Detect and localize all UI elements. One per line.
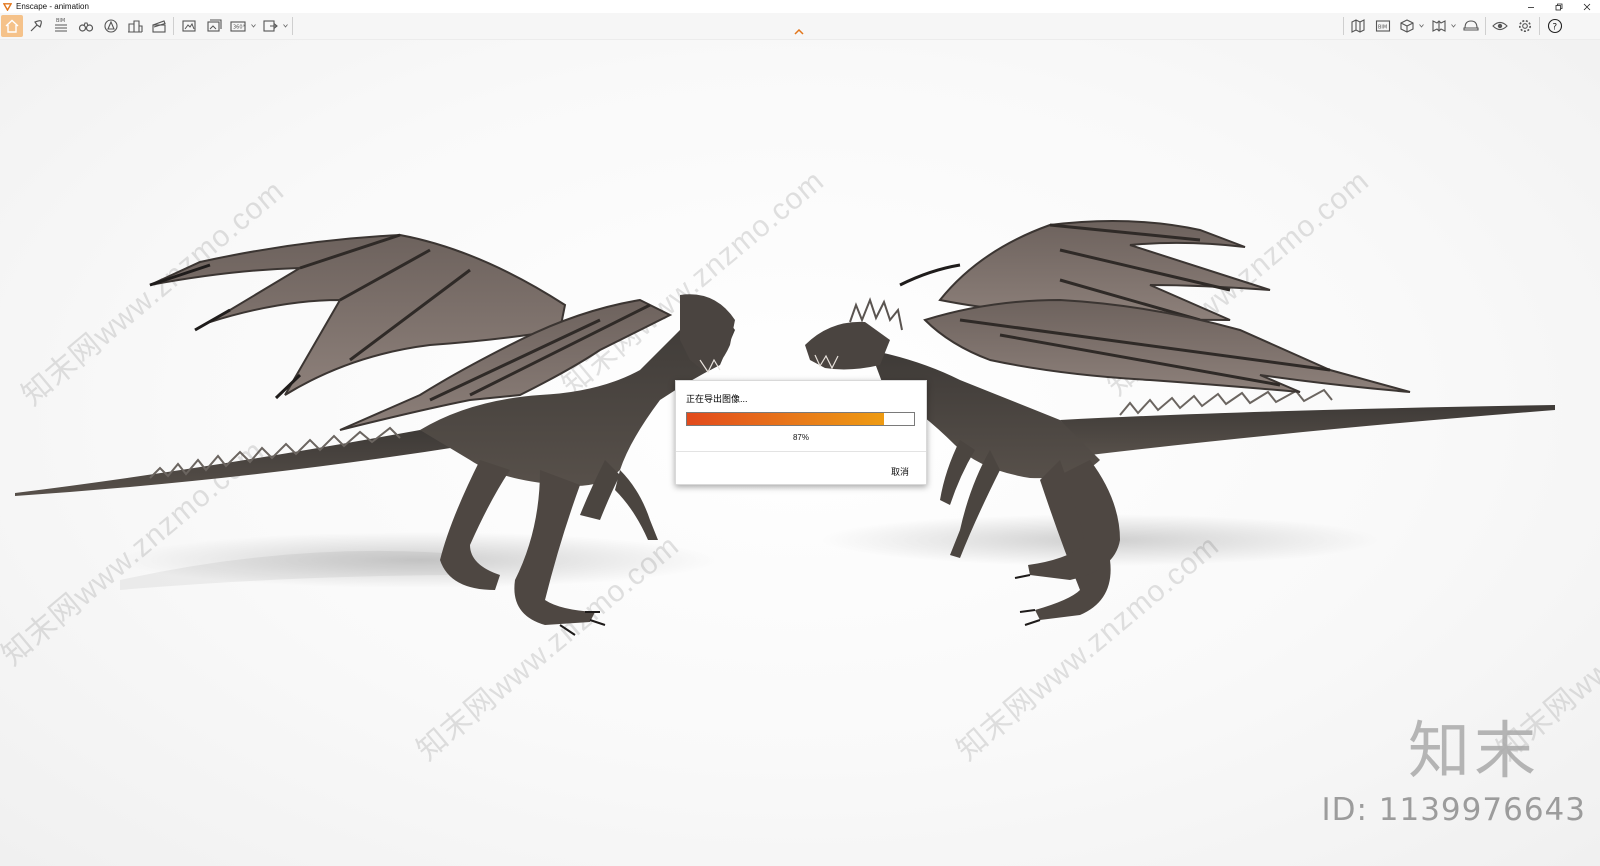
dialog-divider bbox=[676, 451, 926, 452]
chevron-down-icon[interactable] bbox=[1451, 24, 1456, 28]
binoculars-icon[interactable] bbox=[75, 15, 97, 37]
cancel-button[interactable]: 取消 bbox=[891, 465, 909, 478]
help-icon[interactable]: ? bbox=[1544, 15, 1566, 37]
bim-icon[interactable]: BIM bbox=[50, 15, 72, 37]
export-progress-dialog: 正在导出图像... 87% 取消 bbox=[675, 380, 927, 485]
cube-icon[interactable] bbox=[1396, 15, 1418, 37]
toolbar-separator bbox=[1485, 17, 1486, 35]
book-icon[interactable] bbox=[1428, 15, 1450, 37]
batch-render-icon[interactable] bbox=[203, 15, 225, 37]
screenshot-icon[interactable] bbox=[178, 15, 200, 37]
dialog-title: 正在导出图像... bbox=[686, 394, 748, 404]
export-icon[interactable] bbox=[259, 15, 281, 37]
chevron-down-icon[interactable] bbox=[1419, 24, 1424, 28]
asset-library-icon[interactable] bbox=[25, 15, 47, 37]
svg-text:?: ? bbox=[1552, 23, 1557, 33]
collapse-toolbar-icon[interactable] bbox=[794, 29, 804, 35]
bim-panel-icon[interactable]: BIM bbox=[1372, 15, 1394, 37]
settings-icon[interactable] bbox=[1514, 15, 1536, 37]
home-icon[interactable] bbox=[1, 15, 23, 37]
brand-id-text: ID: 1139976643 bbox=[1321, 792, 1586, 828]
toolbar: BIM 360° BIM ? bbox=[0, 13, 1600, 40]
enscape-logo-icon bbox=[3, 3, 12, 11]
close-icon[interactable] bbox=[1580, 0, 1594, 13]
window-title: Enscape - animation bbox=[16, 2, 89, 11]
svg-text:BIM: BIM bbox=[1378, 25, 1387, 31]
progress-bar bbox=[686, 412, 915, 426]
helmet-icon[interactable] bbox=[1460, 15, 1482, 37]
title-bar: Enscape - animation bbox=[0, 0, 1600, 13]
chevron-down-icon[interactable] bbox=[251, 24, 256, 28]
eye-icon[interactable] bbox=[1489, 15, 1511, 37]
progress-bar-fill bbox=[687, 413, 885, 425]
restore-icon[interactable] bbox=[1552, 0, 1566, 13]
svg-text:BIM: BIM bbox=[56, 18, 65, 24]
toolbar-separator bbox=[292, 17, 293, 35]
toolbar-separator bbox=[173, 17, 174, 35]
artificial-light-icon[interactable] bbox=[100, 15, 122, 37]
svg-text:360°: 360° bbox=[233, 25, 246, 31]
panorama-icon[interactable]: 360° bbox=[228, 15, 250, 37]
minimize-icon[interactable] bbox=[1524, 0, 1538, 13]
progress-percent-text: 87% bbox=[792, 433, 809, 442]
map-icon[interactable] bbox=[1347, 15, 1369, 37]
buildings-icon[interactable] bbox=[124, 15, 146, 37]
clapperboard-icon[interactable] bbox=[148, 15, 170, 37]
chevron-down-icon[interactable] bbox=[283, 24, 288, 28]
toolbar-separator bbox=[1343, 17, 1344, 35]
brand-logo: 知末 bbox=[1407, 714, 1540, 787]
toolbar-separator bbox=[1539, 17, 1540, 35]
